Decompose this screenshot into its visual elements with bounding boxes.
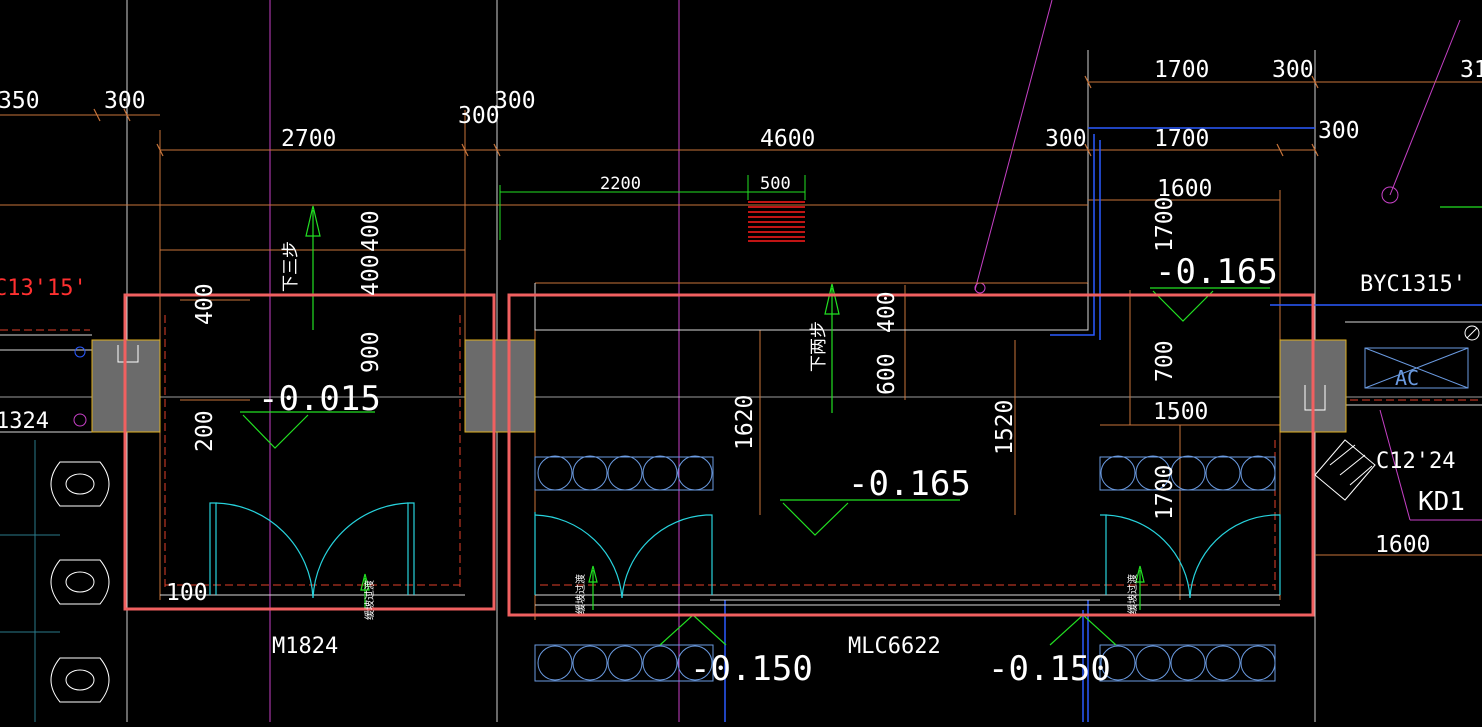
elevation-center: -0.165 <box>848 464 971 504</box>
stair-hatch <box>748 201 805 242</box>
label-slope-center: 缓坡过渡 <box>574 574 587 614</box>
elevation-left: -0.015 <box>258 379 381 419</box>
dim-300-top-right: 300 <box>1272 57 1314 83</box>
dim-1520: 1520 <box>992 400 1018 455</box>
dim-350: 350 <box>0 88 40 114</box>
label-ac: AC <box>1395 366 1419 390</box>
dimension-texts: 350 300 2700 300 300 4600 1700 300 31 30… <box>0 57 1482 606</box>
vertical-dimension-texts: 400 400 400 900 200 1620 600 400 1520 17… <box>192 197 1178 520</box>
dim-100: 100 <box>166 580 208 606</box>
dim-500: 500 <box>760 174 791 194</box>
elevation-bottom-right: -0.150 <box>988 649 1111 689</box>
dim-1620: 1620 <box>732 395 758 450</box>
dim-300-d: 300 <box>1318 118 1360 144</box>
dim-400-a: 400 <box>192 283 218 325</box>
dim-300-b: 300 <box>494 88 536 114</box>
label-mlc6622: MLC6622 <box>848 634 941 659</box>
green-dimension-texts: 2200 500 <box>600 174 791 194</box>
highlight-box-left <box>123 293 496 611</box>
dim-600: 600 <box>874 353 900 395</box>
label-c13-15: C13'15' <box>0 276 87 301</box>
label-kd1: KD1 <box>1418 487 1465 517</box>
dim-300-left: 300 <box>104 88 146 114</box>
label-1324: 1324 <box>0 409 49 434</box>
dim-300-c: 300 <box>1045 126 1087 152</box>
dim-1700-v2: 1700 <box>1152 465 1178 520</box>
elevation-top-right: -0.165 <box>1155 252 1278 292</box>
label-slope-left: 缓坡过渡 <box>363 580 376 620</box>
label-down-three-steps: 下三步 <box>281 241 301 292</box>
dim-400-c: 400 <box>358 254 384 296</box>
highlight-boxes <box>123 293 1315 617</box>
label-down-two-steps: 下两步 <box>809 321 829 372</box>
dimension-lines <box>0 81 1482 620</box>
dim-2200: 2200 <box>600 174 641 194</box>
dim-1700-top: 1700 <box>1154 57 1209 83</box>
dim-1500: 1500 <box>1153 399 1208 425</box>
column-center <box>464 339 536 433</box>
dim-1700-v: 1700 <box>1152 197 1178 252</box>
dim-1700-mid: 1700 <box>1154 126 1209 152</box>
dimension-ticks <box>93 75 1319 157</box>
dim-700: 700 <box>1152 340 1178 382</box>
elevation-bottom-center: -0.150 <box>690 649 813 689</box>
dim-31: 31 <box>1460 57 1482 83</box>
dim-4600: 4600 <box>760 126 815 152</box>
ac-unit <box>1364 325 1480 389</box>
dim-400-b: 400 <box>358 210 384 252</box>
label-m1824: M1824 <box>272 634 338 659</box>
elevation-texts: -0.015 -0.165 -0.165 -0.150 -0.150 <box>258 252 1278 689</box>
dashed-red-lines <box>0 315 1482 590</box>
dim-400-d: 400 <box>874 291 900 333</box>
dim-900: 900 <box>358 331 384 373</box>
label-byc1315: BYC1315' <box>1360 272 1466 297</box>
dim-200: 200 <box>192 410 218 452</box>
floor-plan-drawing: 350 300 2700 300 300 4600 1700 300 31 30… <box>0 0 1482 722</box>
dim-1600-bottom: 1600 <box>1375 532 1430 558</box>
label-c12-24: C12'24 <box>1376 449 1455 474</box>
dim-2700: 2700 <box>281 126 336 152</box>
label-slope-right: 缓坡过渡 <box>1126 574 1139 614</box>
cad-drawing-canvas[interactable]: 350 300 2700 300 300 4600 1700 300 31 30… <box>0 0 1482 722</box>
